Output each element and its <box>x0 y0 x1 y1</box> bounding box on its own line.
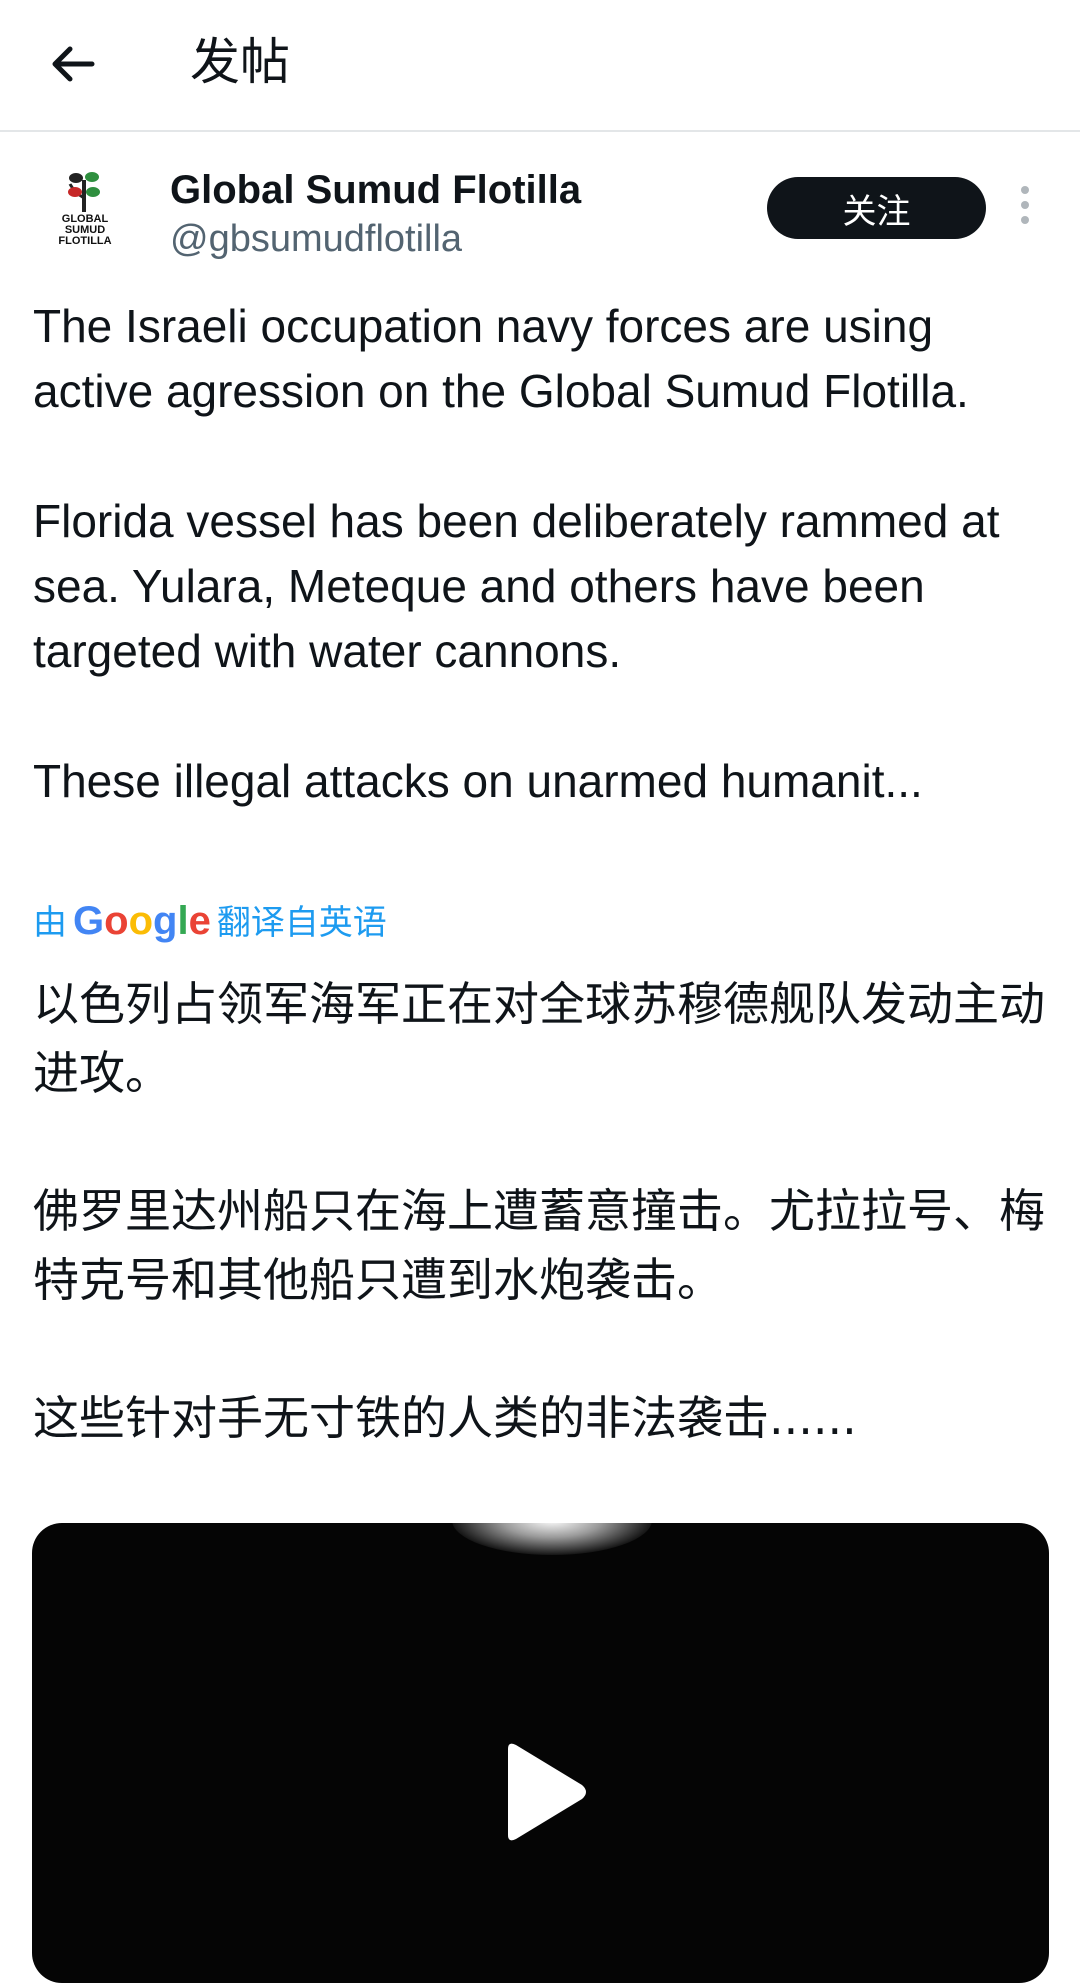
translated-by-label[interactable]: 由 Google 翻译自英语 <box>33 896 387 948</box>
translated-paragraph: 这些针对手无寸铁的人类的非法袭击...... <box>33 1391 857 1445</box>
translated-text: 以色列占领军海军正在对全球苏穆德舰队发动主动进攻。 佛罗里达州船只在海上遭蓄意撞… <box>33 970 1048 1453</box>
follow-button[interactable]: 关注 <box>767 177 986 239</box>
video-frame-light <box>452 1523 652 1555</box>
avatar-text-line: FLOTILLA <box>58 235 112 247</box>
translated-by-prefix: 由 <box>33 904 67 942</box>
tweet-paragraph: The Israeli occupation navy forces are u… <box>33 300 969 417</box>
back-button[interactable] <box>44 34 104 94</box>
translated-by-suffix: 翻译自英语 <box>216 904 387 942</box>
google-logo: Google <box>73 899 211 943</box>
more-vertical-icon <box>1014 186 1036 224</box>
page-title: 发帖 <box>190 33 290 91</box>
tweet-paragraph: Florida vessel has been deliberately ram… <box>33 495 1000 677</box>
author-handle[interactable]: @gbsumudflotilla <box>170 216 462 262</box>
tweet-text: The Israeli occupation navy forces are u… <box>33 294 1043 814</box>
tweet-paragraph: These illegal attacks on unarmed humanit… <box>33 755 923 807</box>
translated-paragraph: 佛罗里达州船只在海上遭蓄意撞击。尤拉拉号、梅特克号和其他船只遭到水炮袭击。 <box>33 1184 1045 1307</box>
more-options-button[interactable] <box>1014 186 1036 230</box>
author-name[interactable]: Global Sumud Flotilla <box>170 166 581 214</box>
back-arrow-icon <box>52 46 95 82</box>
avatar[interactable]: GLOBAL SUMUD FLOTILLA <box>40 168 130 258</box>
play-icon[interactable] <box>492 1737 592 1847</box>
top-bar: 发帖 <box>0 0 1080 132</box>
translated-paragraph: 以色列占领军海军正在对全球苏穆德舰队发动主动进攻。 <box>33 977 1045 1100</box>
